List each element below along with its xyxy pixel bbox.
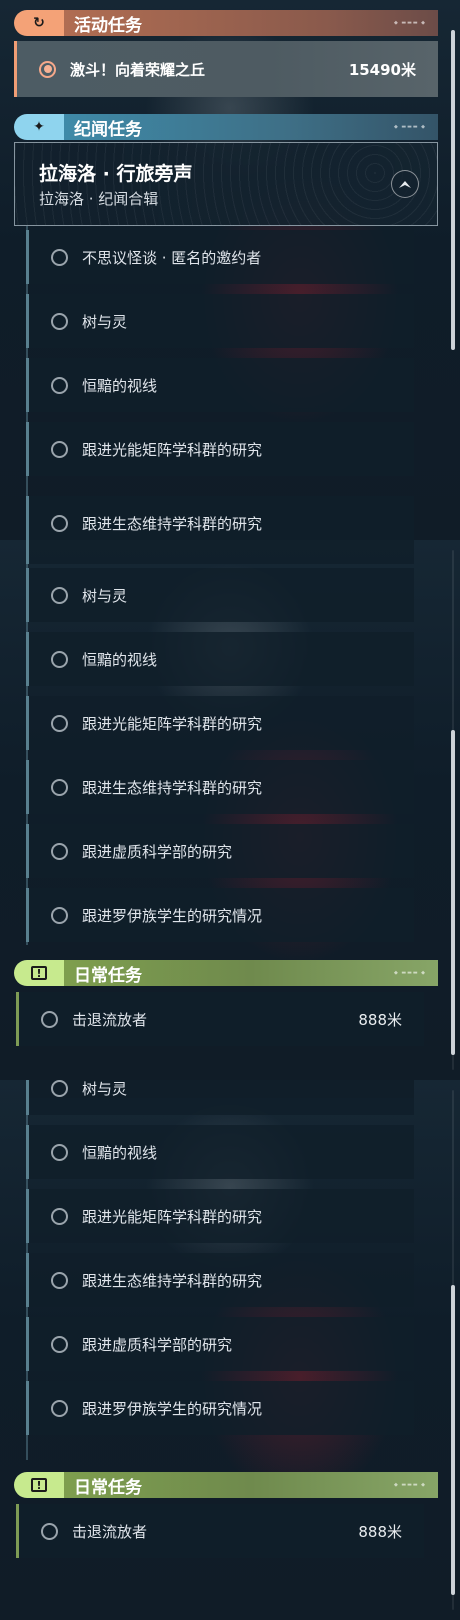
- radio-icon: [51, 778, 68, 796]
- list-item[interactable]: 不思议怪谈 · 匿名的邀约者: [26, 230, 414, 284]
- radio-icon: [51, 906, 68, 924]
- section-title: 活动任务: [74, 15, 142, 36]
- radio-icon: [51, 312, 68, 330]
- header-decoration: ◆ ▬▬▬ ◆: [393, 1482, 426, 1488]
- quest-label: 激斗！向着荣耀之丘: [70, 60, 206, 79]
- story-badge: ✦: [14, 114, 64, 140]
- quest-distance: 888米: [358, 1522, 402, 1541]
- quest-label: 树与灵: [82, 1080, 128, 1098]
- section-header-daily[interactable]: ! 日常任务 ◆ ▬▬▬ ◆: [14, 960, 438, 986]
- quest-label: 树与灵: [82, 312, 128, 331]
- radio-icon: [51, 440, 68, 458]
- list-item[interactable]: 跟进罗伊族学生的研究情况: [26, 1381, 414, 1435]
- quest-label: 树与灵: [82, 586, 128, 605]
- story-card-title: 拉海洛 · 行旅旁声: [39, 163, 193, 185]
- list-item[interactable]: [26, 540, 414, 564]
- list-item[interactable]: 跟进光能矩阵学科群的研究: [26, 1189, 414, 1243]
- scrollbar-thumb[interactable]: [451, 30, 455, 350]
- radio-icon: [51, 1080, 68, 1097]
- tracking-radio-icon: [39, 60, 56, 78]
- scrollbar[interactable]: [451, 30, 455, 350]
- quest-label: 跟进光能矩阵学科群的研究: [82, 1207, 263, 1226]
- radio-icon: [41, 1010, 58, 1028]
- radio-icon: [51, 650, 68, 668]
- quest-label: 跟进虚质科学部的研究: [82, 1335, 233, 1354]
- quest-label: 恒黯的视线: [82, 1143, 158, 1162]
- header-decoration: ◆ ▬▬▬ ◆: [393, 20, 426, 26]
- radio-icon: [51, 586, 68, 604]
- header-decoration: ◆ ▬▬▬ ◆: [393, 970, 426, 976]
- quest-label: 跟进生态维持学科群的研究: [82, 1271, 263, 1290]
- list-item[interactable]: 跟进虚质科学部的研究: [26, 824, 414, 878]
- radio-icon: [51, 376, 68, 394]
- list-item[interactable]: 跟进生态维持学科群的研究: [26, 1253, 414, 1307]
- section-title: 纪闻任务: [74, 119, 142, 140]
- quest-label: 击退流放者: [72, 1010, 148, 1029]
- radio-icon: [51, 1335, 68, 1353]
- list-item[interactable]: 跟进光能矩阵学科群的研究: [26, 696, 414, 750]
- scrollbar-thumb[interactable]: [451, 1285, 455, 1595]
- radio-icon: [51, 842, 68, 860]
- list-item[interactable]: 恒黯的视线: [26, 358, 414, 412]
- radio-icon: [41, 1522, 58, 1540]
- quest-label: 跟进生态维持学科群的研究: [82, 514, 263, 533]
- quest-label: 跟进生态维持学科群的研究: [82, 778, 263, 797]
- activity-badge: ↻: [14, 10, 64, 36]
- daily-quest-row[interactable]: 击退流放者 888米: [16, 992, 424, 1046]
- collapse-button[interactable]: [391, 170, 419, 198]
- radio-icon: [51, 714, 68, 732]
- list-item[interactable]: 树与灵: [26, 568, 414, 622]
- chevron-up-icon: [399, 181, 411, 188]
- radio-icon: [51, 248, 68, 266]
- section-title: 日常任务: [74, 965, 142, 986]
- header-decoration: ◆ ▬▬▬ ◆: [393, 124, 426, 130]
- radio-icon: [51, 514, 68, 532]
- quest-label: 跟进光能矩阵学科群的研究: [82, 440, 263, 459]
- quest-label: 跟进罗伊族学生的研究情况: [82, 906, 263, 925]
- section-header-activity[interactable]: ↻ 活动任务 ◆ ▬▬▬ ◆: [14, 10, 438, 36]
- list-item[interactable]: 树与灵: [26, 1080, 414, 1115]
- story-card-subtitle: 拉海洛 · 纪闻合辑: [39, 190, 159, 208]
- list-item[interactable]: 树与灵: [26, 294, 414, 348]
- list-item[interactable]: 跟进光能矩阵学科群的研究: [26, 422, 414, 476]
- quest-panel-bottom: 树与灵 恒黯的视线 跟进光能矩阵学科群的研究 跟进生态维持学科群的研究 跟进虚质…: [0, 1080, 460, 1620]
- quest-label: 不思议怪谈 · 匿名的邀约者: [82, 248, 262, 267]
- list-item[interactable]: 跟进虚质科学部的研究: [26, 1317, 414, 1371]
- sparkle-icon: ✦: [33, 119, 45, 135]
- scrollbar[interactable]: [451, 1090, 455, 1610]
- quest-distance: 15490米: [348, 60, 416, 79]
- quest-label: 恒黯的视线: [82, 376, 158, 395]
- daily-badge: !: [14, 960, 64, 986]
- quest-label: 跟进罗伊族学生的研究情况: [82, 1399, 263, 1418]
- story-collection-card[interactable]: 拉海洛 · 行旅旁声 拉海洛 · 纪闻合辑: [14, 142, 438, 226]
- section-title: 日常任务: [74, 1477, 142, 1498]
- section-header-daily[interactable]: ! 日常任务 ◆ ▬▬▬ ◆: [14, 1472, 438, 1498]
- quest-panel-middle: 树与灵 恒黯的视线 跟进光能矩阵学科群的研究 跟进生态维持学科群的研究 跟进虚质…: [0, 540, 460, 1080]
- quest-panel-top: ↻ 活动任务 ◆ ▬▬▬ ◆ 激斗！向着荣耀之丘 15490米 ✦ 纪闻任务 ◆…: [0, 0, 460, 540]
- radio-icon: [51, 1143, 68, 1161]
- list-item[interactable]: 跟进生态维持学科群的研究: [26, 496, 414, 540]
- exclamation-icon: !: [31, 1478, 47, 1492]
- radio-icon: [51, 1271, 68, 1289]
- list-item[interactable]: 恒黯的视线: [26, 632, 414, 686]
- list-item[interactable]: 跟进生态维持学科群的研究: [26, 760, 414, 814]
- quest-distance: 888米: [358, 1010, 402, 1029]
- quest-label: 跟进虚质科学部的研究: [82, 842, 233, 861]
- quest-label: 击退流放者: [72, 1522, 148, 1541]
- active-quest-row[interactable]: 激斗！向着荣耀之丘 15490米: [14, 41, 438, 97]
- refresh-icon: ↻: [33, 15, 45, 31]
- quest-label: 跟进光能矩阵学科群的研究: [82, 714, 263, 733]
- daily-quest-row[interactable]: 击退流放者 888米: [16, 1504, 424, 1558]
- section-header-story[interactable]: ✦ 纪闻任务 ◆ ▬▬▬ ◆: [14, 114, 438, 140]
- radio-icon: [51, 1399, 68, 1417]
- list-item[interactable]: 跟进罗伊族学生的研究情况: [26, 888, 414, 942]
- radio-icon: [51, 1207, 68, 1225]
- daily-badge: !: [14, 1472, 64, 1498]
- quest-label: 恒黯的视线: [82, 650, 158, 669]
- exclamation-icon: !: [31, 966, 47, 980]
- list-item[interactable]: 恒黯的视线: [26, 1125, 414, 1179]
- scrollbar-thumb[interactable]: [451, 730, 455, 1055]
- scrollbar[interactable]: [451, 550, 455, 1070]
